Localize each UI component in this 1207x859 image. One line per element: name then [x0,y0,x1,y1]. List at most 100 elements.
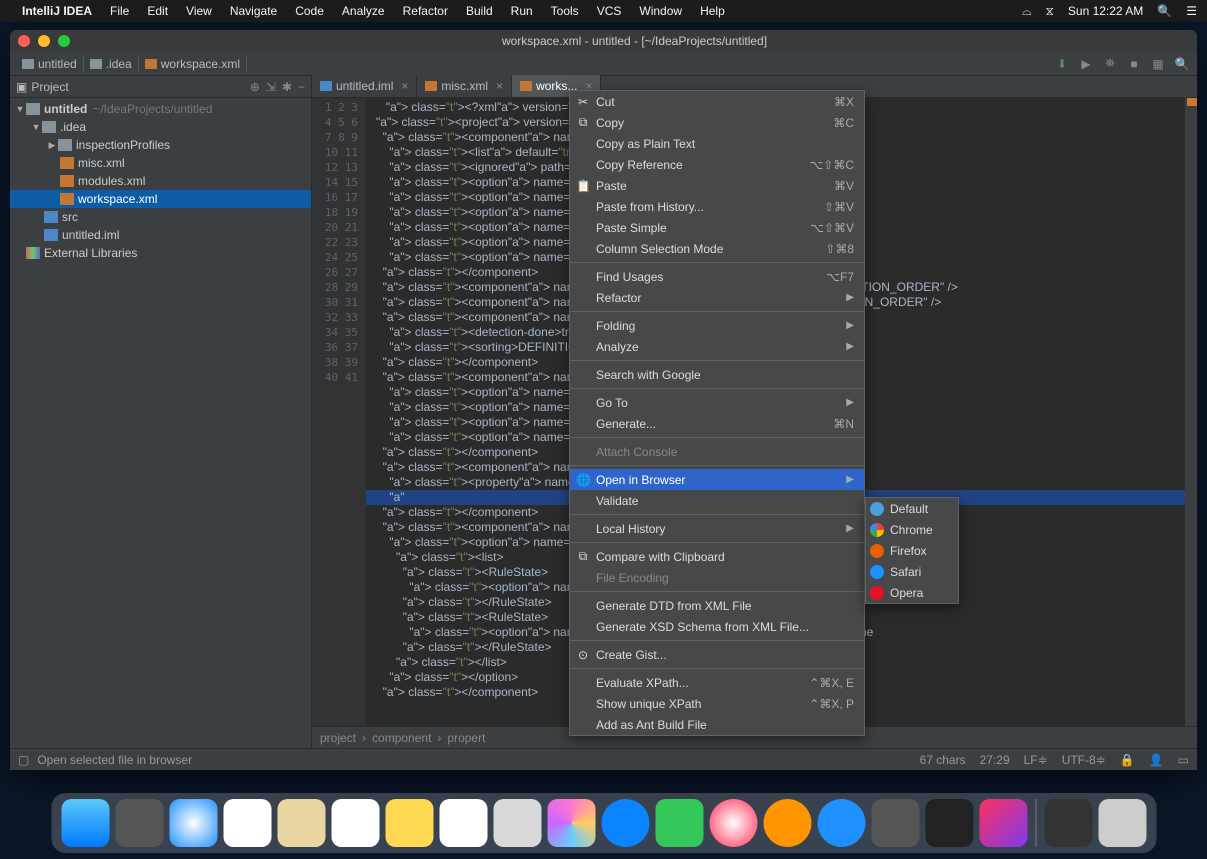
ctx-attach-console[interactable]: Attach Console [570,441,864,462]
ctx-compare-with-clipboard[interactable]: ⧉Compare with Clipboard [570,546,864,567]
ctx-generate-[interactable]: Generate...⌘N [570,413,864,434]
messages-icon[interactable] [601,799,649,847]
ctx-open-in-browser[interactable]: 🌐Open in Browser▶ [570,469,864,490]
settings-icon[interactable]: ✱ [282,80,292,94]
menu-tools[interactable]: Tools [551,4,579,18]
ctx-paste[interactable]: 📋Paste⌘V [570,175,864,196]
collapse-all-icon[interactable]: ⇲ [266,80,276,94]
tab-misc-xml[interactable]: misc.xml× [417,75,512,97]
intellij-status-icon[interactable]: ⧖ [1045,4,1053,19]
ctx-create-gist-[interactable]: ⊙Create Gist... [570,644,864,665]
menu-extras-icon[interactable]: ☰ [1186,4,1197,18]
breadcrumb-root[interactable]: untitled [16,55,84,73]
breadcrumb-file[interactable]: workspace.xml [139,55,247,73]
status-encoding[interactable]: UTF-8≑ [1062,753,1106,767]
ctx-copy-reference[interactable]: Copy Reference⌥⇧⌘C [570,154,864,175]
project-view-icon[interactable]: ▣ [16,80,27,94]
app-menu[interactable]: IntelliJ IDEA [22,4,92,18]
ctx-evaluate-xpath-[interactable]: Evaluate XPath...⌃⌘X, E [570,672,864,693]
run-config-icon[interactable]: ⬇ [1053,57,1071,71]
close-window-button[interactable] [18,35,30,47]
bc-component[interactable]: component [372,731,431,745]
safari-icon[interactable] [169,799,217,847]
ctx-search-with-google[interactable]: Search with Google [570,364,864,385]
browser-chrome[interactable]: Chrome [866,519,958,540]
memory-icon[interactable]: ▭ [1178,753,1189,767]
inspector-icon[interactable]: 👤 [1149,753,1164,767]
ctx-column-selection-mode[interactable]: Column Selection Mode⇧⌘8 [570,238,864,259]
intellij-icon[interactable] [979,799,1027,847]
error-stripe-icon[interactable] [1187,98,1197,106]
close-icon[interactable]: × [496,79,503,93]
facetime-icon[interactable] [655,799,703,847]
status-line-sep[interactable]: LF≑ [1024,753,1048,767]
appstore-icon[interactable] [817,799,865,847]
ctx-copy-as-plain-text[interactable]: Copy as Plain Text [570,133,864,154]
ctx-go-to[interactable]: Go To▶ [570,392,864,413]
ctx-analyze[interactable]: Analyze▶ [570,336,864,357]
menu-file[interactable]: File [110,4,129,18]
run-icon[interactable]: ▶ [1077,57,1095,71]
ibooks-icon[interactable] [763,799,811,847]
project-view-label[interactable]: Project [31,80,68,94]
ctx-add-as-ant-build-file[interactable]: Add as Ant Build File [570,714,864,735]
spotlight-icon[interactable]: 🔍 [1157,4,1172,18]
tree-workspace[interactable]: workspace.xml [10,190,311,208]
tree-src[interactable]: src [10,208,311,226]
menu-view[interactable]: View [186,4,212,18]
menu-edit[interactable]: Edit [147,4,168,18]
reminders-icon[interactable] [439,799,487,847]
ctx-copy[interactable]: ⧉Copy⌘C [570,112,864,133]
menu-build[interactable]: Build [466,4,493,18]
hide-icon[interactable]: − [298,80,305,94]
ctx-find-usages[interactable]: Find Usages⌥F7 [570,266,864,287]
tree-root[interactable]: ▼untitled~/IdeaProjects/untitled [10,100,311,118]
bc-property[interactable]: propert [447,731,485,745]
trash-icon[interactable] [1098,799,1146,847]
minimize-window-button[interactable] [38,35,50,47]
ctx-local-history[interactable]: Local History▶ [570,518,864,539]
tab-untitled-iml[interactable]: untitled.iml× [312,75,417,97]
lock-icon[interactable]: 🔒 [1120,753,1135,767]
scroll-from-source-icon[interactable]: ⊕ [250,80,260,94]
menu-refactor[interactable]: Refactor [403,4,448,18]
mail-icon[interactable] [223,799,271,847]
itunes-icon[interactable] [709,799,757,847]
maps-icon[interactable] [493,799,541,847]
search-everywhere-icon[interactable]: 🔍 [1173,57,1191,71]
tree-misc[interactable]: misc.xml [10,154,311,172]
menu-code[interactable]: Code [295,4,324,18]
wifi-icon[interactable]: ⌓ [1022,4,1032,19]
ctx-validate[interactable]: Validate [570,490,864,511]
ctx-paste-simple[interactable]: Paste Simple⌥⇧⌘V [570,217,864,238]
ctx-show-unique-xpath[interactable]: Show unique XPath⌃⌘X, P [570,693,864,714]
notes-icon[interactable] [385,799,433,847]
menu-analyze[interactable]: Analyze [342,4,385,18]
stop-icon[interactable]: ■ [1125,57,1143,71]
close-icon[interactable]: × [401,79,408,93]
preferences-icon[interactable] [871,799,919,847]
menu-navigate[interactable]: Navigate [230,4,277,18]
tree-external-libs[interactable]: External Libraries [10,244,311,262]
calendar-icon[interactable] [331,799,379,847]
browser-safari[interactable]: Safari [866,561,958,582]
ctx-refactor[interactable]: Refactor▶ [570,287,864,308]
ctx-generate-dtd-from-xml-file[interactable]: Generate DTD from XML File [570,595,864,616]
menu-vcs[interactable]: VCS [597,4,622,18]
clock[interactable]: Sun 12:22 AM [1068,4,1143,18]
menu-window[interactable]: Window [639,4,682,18]
toolbar-icon[interactable]: ▦ [1149,57,1167,71]
editor-scrollbar[interactable] [1185,98,1197,726]
downloads-icon[interactable] [1044,799,1092,847]
terminal-icon[interactable] [925,799,973,847]
status-icon[interactable]: ▢ [18,753,29,767]
breadcrumb-idea[interactable]: .idea [84,55,139,73]
tree-iml[interactable]: untitled.iml [10,226,311,244]
gutter[interactable]: 1 2 3 4 5 6 7 8 9 10 11 12 13 14 15 16 1… [312,98,366,726]
browser-firefox[interactable]: Firefox [866,540,958,561]
ctx-paste-from-history-[interactable]: Paste from History...⇧⌘V [570,196,864,217]
ctx-generate-xsd-schema-from-xml-file-[interactable]: Generate XSD Schema from XML File... [570,616,864,637]
ctx-file-encoding[interactable]: File Encoding [570,567,864,588]
ctx-cut[interactable]: ✂Cut⌘X [570,91,864,112]
photos-icon[interactable] [547,799,595,847]
